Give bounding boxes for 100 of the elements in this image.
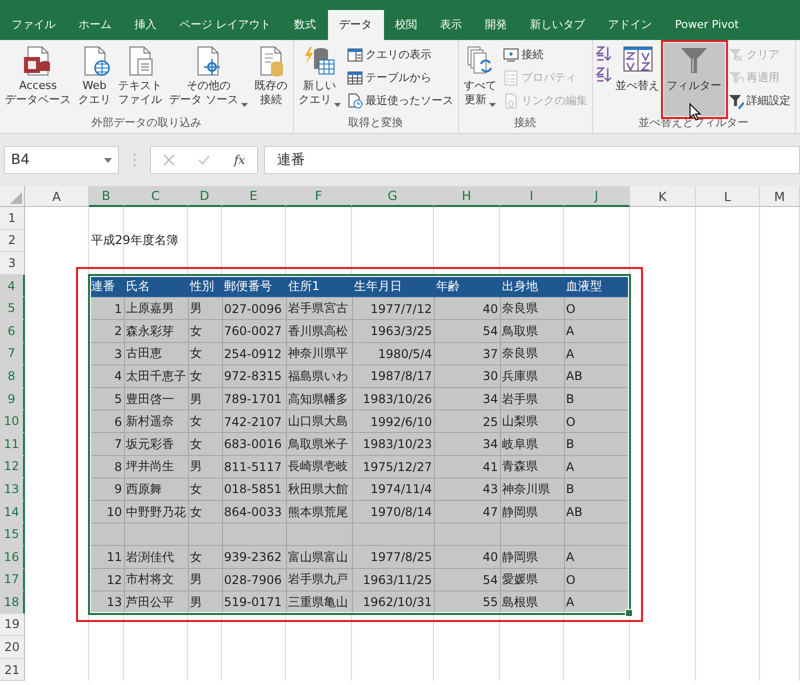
table-cell-text: 760-0027 xyxy=(223,323,283,340)
table-cell-text: 47 xyxy=(482,504,499,522)
table-cell-text: 長崎県壱岐 xyxy=(287,458,349,476)
ribbon-tab[interactable]: 新しいタブ xyxy=(518,10,596,40)
ribbon-button[interactable]: テーブルから xyxy=(344,68,456,87)
name-box[interactable]: B4 xyxy=(4,146,119,174)
table-cell-text: 岩手県 xyxy=(501,390,539,408)
row-heading[interactable]: 9 xyxy=(0,388,25,410)
select-all-button[interactable] xyxy=(0,186,25,207)
row-heading[interactable]: 19 xyxy=(0,614,25,636)
ribbon-tab[interactable]: Power Pivot xyxy=(664,10,750,40)
row-heading[interactable]: 4 xyxy=(0,274,25,298)
table-cell-text: 027-0096 xyxy=(223,300,283,318)
ribbon-button[interactable]: クエリの表示 xyxy=(344,45,456,64)
ribbon-button[interactable]: Web クエリ xyxy=(75,43,114,116)
table-cell-text: 41 xyxy=(482,458,499,476)
table-cell-text: AB xyxy=(565,368,584,386)
row-heading[interactable]: 21 xyxy=(0,658,25,682)
ribbon-button[interactable]: 最近使ったソース xyxy=(344,91,456,110)
table-cell-text: B xyxy=(565,391,576,408)
ribbon-button[interactable]: 詳細設定 xyxy=(726,91,792,110)
ribbon-tab[interactable]: 表示 xyxy=(428,10,474,40)
row-heading[interactable]: 16 xyxy=(0,546,25,568)
table-cell-text: 市村将文 xyxy=(125,571,175,588)
table-cell-text: 519-0171 xyxy=(223,594,283,612)
column-heading[interactable]: F xyxy=(286,186,352,207)
column-heading[interactable]: A xyxy=(25,186,89,207)
row-heading[interactable]: 8 xyxy=(0,365,25,388)
row-heading[interactable]: 20 xyxy=(0,636,25,659)
advanced-filter-icon xyxy=(728,92,744,108)
table-cell-text: 岩手県九戸 xyxy=(287,571,349,588)
column-heading[interactable]: J xyxy=(564,186,630,207)
column-heading[interactable]: M xyxy=(760,186,800,207)
row-heading[interactable]: 10 xyxy=(0,410,25,433)
ribbon-tab[interactable]: ページ レイアウト xyxy=(168,10,282,40)
table-cell-text: 青森県 xyxy=(501,458,539,476)
column-heading[interactable]: E xyxy=(222,186,286,207)
row-heading[interactable]: 14 xyxy=(0,500,25,524)
ribbon-tab[interactable]: ホーム xyxy=(67,10,123,40)
column-heading[interactable]: B xyxy=(89,186,124,207)
sort-descending-icon[interactable] xyxy=(594,66,612,83)
formula-field[interactable]: 連番 xyxy=(264,146,800,174)
sort-ascending-icon[interactable] xyxy=(594,45,612,62)
row-heading[interactable]: 12 xyxy=(0,456,25,478)
ribbon-button[interactable]: Access データベース xyxy=(2,43,74,116)
ribbon-tab[interactable]: 校閲 xyxy=(384,10,428,40)
insert-function-button[interactable]: fx xyxy=(234,153,246,167)
ribbon-tab[interactable]: 挿入 xyxy=(123,10,168,40)
row-heading[interactable]: 6 xyxy=(0,320,25,343)
table-cell-text: 兵庫県 xyxy=(501,368,539,385)
column-heading[interactable]: G xyxy=(352,186,434,207)
column-heading[interactable]: C xyxy=(124,186,188,207)
row-heading[interactable]: 15 xyxy=(0,523,25,546)
row-heading[interactable]: 1 xyxy=(0,207,25,230)
ribbon-button[interactable]: 既存の 接続 xyxy=(252,43,290,116)
table-cell-text: 939-2362 xyxy=(223,549,283,566)
row-heading[interactable]: 18 xyxy=(0,591,25,614)
row-heading[interactable]: 7 xyxy=(0,342,25,366)
column-heading[interactable]: H xyxy=(434,186,500,207)
row-heading[interactable]: 13 xyxy=(0,478,25,501)
ribbon-tab[interactable]: 開発 xyxy=(474,10,518,40)
table-cell-text: 1975/12/27 xyxy=(362,458,433,476)
ribbon-button[interactable]: 新しい クエリ xyxy=(296,43,344,116)
column-heading[interactable]: K xyxy=(630,186,696,207)
row-heading[interactable]: 2 xyxy=(0,230,25,252)
column-heading[interactable]: L xyxy=(696,186,760,207)
table-cell-text: 12 xyxy=(106,572,123,589)
ribbon-button[interactable]: 並べ替え xyxy=(612,43,662,116)
table-cell-text: 太田千恵子 xyxy=(125,368,187,385)
table-cell-text: 018-5851 xyxy=(223,481,283,498)
table-cell-text: 34 xyxy=(482,436,499,454)
row-heading[interactable]: 5 xyxy=(0,297,25,320)
table-cell-text: 6 xyxy=(113,414,123,431)
check-icon[interactable] xyxy=(198,154,210,166)
ribbon-tab[interactable]: ファイル xyxy=(0,10,67,40)
cursor-icon xyxy=(688,103,700,121)
properties-icon xyxy=(502,70,518,86)
row-heading[interactable]: 11 xyxy=(0,432,25,456)
table-cell-text: 森永彩芽 xyxy=(125,322,175,340)
table-cell-text: 香川県高松 xyxy=(287,322,349,340)
table-cell-text: 福島県いわ xyxy=(287,368,349,385)
table-cell-text: 島根県 xyxy=(501,594,539,611)
ribbon-tab[interactable]: 数式 xyxy=(282,10,328,40)
row-heading[interactable]: 3 xyxy=(0,252,25,275)
ribbon-tab[interactable]: アドイン xyxy=(596,10,664,40)
row-heading[interactable]: 17 xyxy=(0,568,25,592)
cancel-icon[interactable] xyxy=(162,154,175,166)
ribbon-button[interactable]: その他の データ ソース xyxy=(166,43,250,116)
table-cell-text: 37 xyxy=(482,346,499,363)
ribbon-button[interactable]: すべて 更新 xyxy=(460,43,500,116)
ribbon-tab[interactable]: データ xyxy=(328,10,384,40)
table-cell-text: 西原舞 xyxy=(125,480,163,498)
ribbon-button[interactable]: テキスト ファイル xyxy=(115,43,165,116)
column-heading[interactable]: I xyxy=(500,186,564,207)
table-cell-text: 男 xyxy=(189,571,203,588)
table-cell-text: 岩手県宮古 xyxy=(287,300,349,318)
column-heading[interactable]: D xyxy=(188,186,222,207)
table-cell-text: 秋田県大館 xyxy=(287,480,349,498)
table-cell-text: 熊本県荒尾 xyxy=(287,504,349,521)
ribbon-button[interactable]: 接続 xyxy=(500,45,590,64)
